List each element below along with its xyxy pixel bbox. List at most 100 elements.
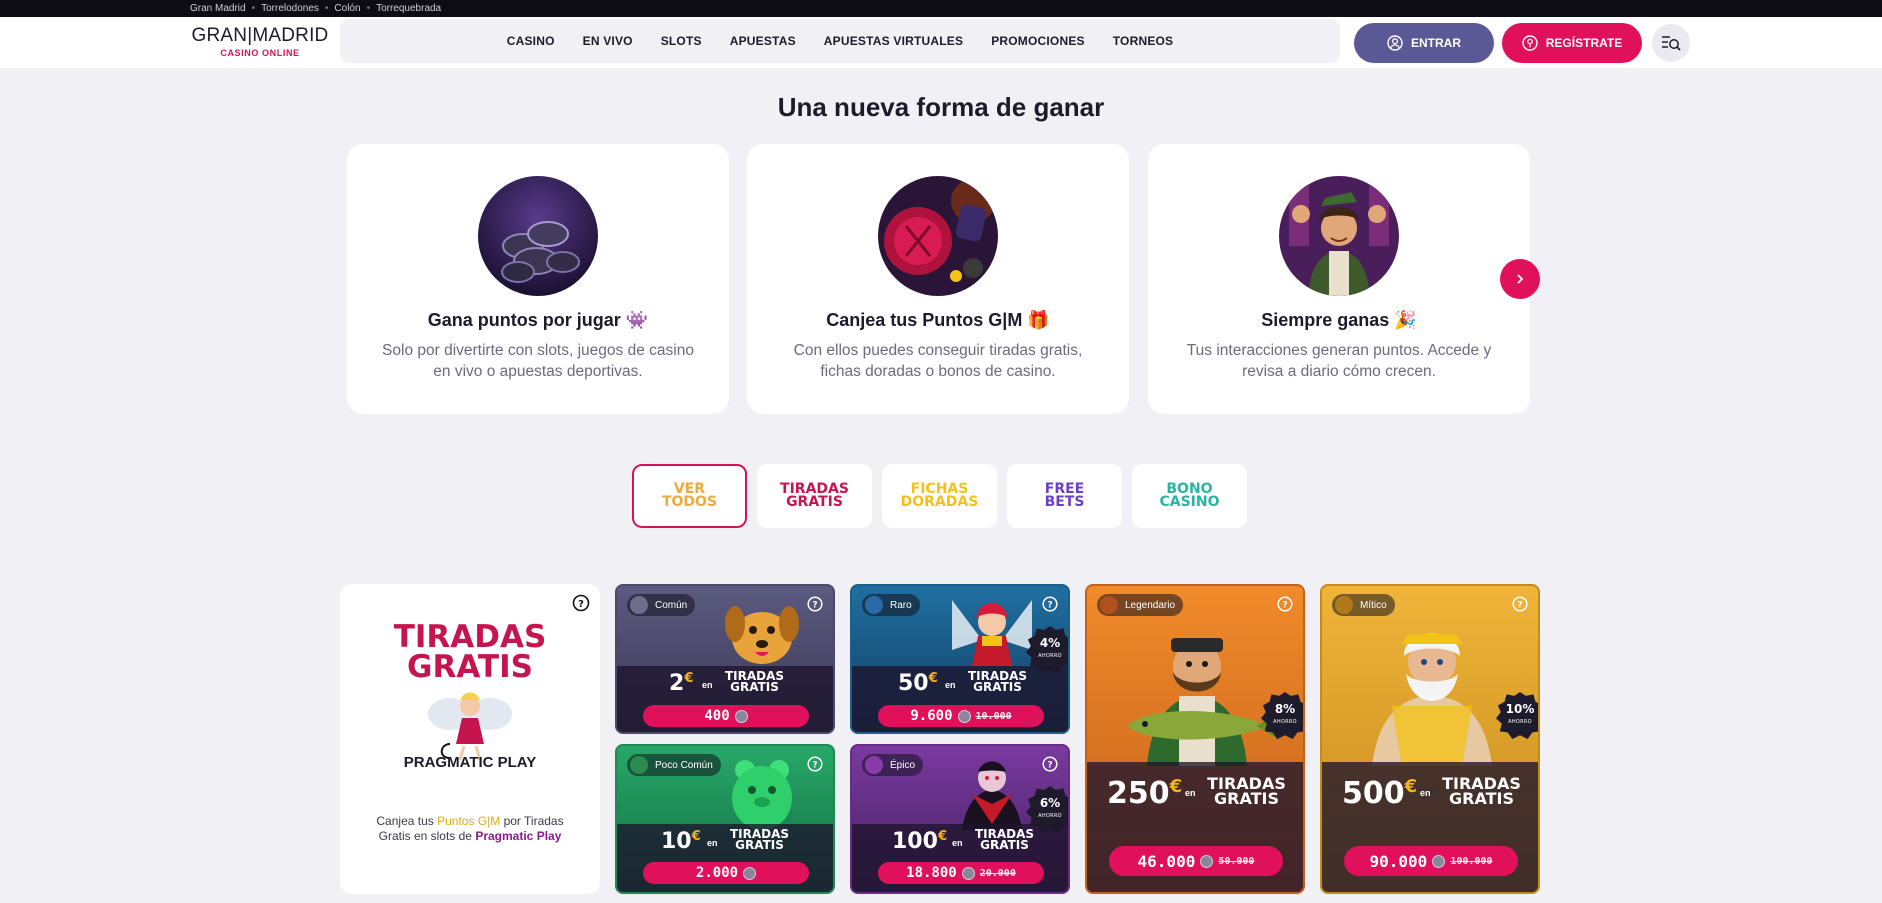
promo-text-part: Canjea tus [376,814,438,828]
register-button[interactable]: REGÍSTRATE [1502,23,1642,63]
reward-amount-value: 10 [661,829,692,854]
gm-coin-icon [1200,854,1214,868]
venue-link[interactable]: Gran Madrid [190,3,246,14]
nav-casino[interactable]: CASINO [493,34,569,48]
svg-text:?: ? [1047,601,1052,611]
chevron-right-icon [1517,274,1524,284]
turtle-icon [630,596,648,614]
gm-coin-icon [1432,854,1446,868]
zeus-character-illustration [1372,633,1492,766]
pragmatic-play-logo: PRAGMATIC PLAY [403,754,537,771]
site-header: GRAN|MADRID CASINO ONLINE CASINO EN VIVO… [0,17,1882,68]
price-value: 2.000 [695,865,739,881]
filter-label: DORADAS [900,494,979,510]
filter-bono-casino[interactable]: BONO CASINO [1132,464,1247,528]
reward-en: en [945,680,956,690]
help-icon[interactable]: ? [807,596,823,617]
nav-en-vivo[interactable]: EN VIVO [569,34,647,48]
price-value: 18.800 [906,865,957,881]
reward-amount-value: 2 [669,671,685,696]
fish-icon [865,596,883,614]
dog-character-illustration [725,606,799,664]
reward-price-button[interactable]: 90.000 100.000 [1344,846,1518,876]
discount-label: AHORRO [1508,719,1532,725]
filter-ver-todos[interactable]: VER TODOS [632,464,747,528]
section-title: Una nueva forma de ganar [777,92,1105,122]
reward-price-button[interactable]: 9.600 10.000 [878,705,1044,727]
reward-en: en [707,838,718,848]
reward-price-button[interactable]: 46.000 50.000 [1109,846,1283,876]
venue-link[interactable]: Torrequebrada [376,3,441,14]
rarity-tag: Mítico [1332,594,1395,616]
vampire-character-illustration [962,761,1022,830]
fairy-mascot-illustration [428,692,512,761]
search-menu-icon [1662,36,1681,51]
reward-card-raro[interactable]: Raro ? 4% AHORRO 50€ en TIRADAS GRATIS 9.… [850,584,1070,734]
nav-torneos[interactable]: TORNEOS [1099,34,1188,48]
filter-label: TODOS [661,494,718,510]
character-illustration [1279,176,1399,296]
help-icon[interactable]: ? [572,594,590,617]
nav-apuestas-virtuales[interactable]: APUESTAS VIRTUALES [810,34,977,48]
rarity-tag: Épico [862,754,924,776]
gm-coin-icon [734,709,748,723]
filter-label: BETS [1044,494,1085,510]
reward-price-button[interactable]: 2.000 [643,862,809,884]
login-label: ENTRAR [1411,36,1461,50]
help-icon[interactable]: ? [1042,596,1058,617]
reward-price-button[interactable]: 18.800 20.000 [878,862,1044,884]
reward-card-mitico[interactable]: Mítico ? 10% AHORRO 500€ en TIRADAS GRATI… [1320,584,1540,894]
help-icon[interactable]: ? [807,756,823,777]
reward-card-epico[interactable]: Épico ? 6% AHORRO 100€ en TIRADAS GRATIS … [850,744,1070,894]
old-price: 100.000 [1450,855,1493,867]
rarity-tag: Común [627,594,696,616]
site-logo[interactable]: GRAN|MADRID CASINO ONLINE [190,25,330,65]
nav-promociones[interactable]: PROMOCIONES [977,34,1099,48]
reward-amount: 250€ [1107,776,1182,811]
filter-label: CASINO [1159,494,1220,510]
nav-slots[interactable]: SLOTS [647,34,716,48]
reward-amount-value: 100 [892,829,938,854]
venue-strip: Gran Madrid • Torrelodones • Colón • Torreq… [0,0,1882,17]
reward-unit: TIRADAS GRATIS [1207,774,1286,808]
rarity-label: Legendario [1125,599,1176,611]
search-button[interactable] [1652,24,1690,62]
rarity-tag: Legendario [1097,594,1184,616]
reward-price-button[interactable]: 400 [643,705,809,727]
filter-free-bets[interactable]: FREE BETS [1007,464,1122,528]
euro-symbol: € [684,671,694,686]
help-icon[interactable]: ? [1277,596,1293,617]
help-icon[interactable]: ? [1042,756,1058,777]
feature-title: Gana puntos por jugar 👾 [427,310,649,330]
svg-text:?: ? [1517,601,1522,611]
nav-apuestas[interactable]: APUESTAS [716,34,810,48]
old-price: 20.000 [979,867,1016,879]
promo-text-points: Puntos G|M [437,814,501,828]
reward-card-comun[interactable]: Común ? 2€ en TIRADAS GRATIS 400 [615,584,835,734]
reward-card-legendario[interactable]: Legendario ? 8% AHORRO 250€ en TIRADAS GR… [1085,584,1305,894]
reward-card-poco-comun[interactable]: Poco Común ? 10€ en TIRADAS GRATIS 2.000 [615,744,835,894]
help-icon[interactable]: ? [1512,596,1528,617]
venue-link[interactable]: Colón [334,3,360,14]
svg-text:?: ? [812,601,817,611]
reward-unit: TIRADAS GRATIS [1442,774,1521,808]
promo-headline-line: TIRADAS [393,619,547,655]
price-value: 90.000 [1369,851,1428,871]
venue-link[interactable]: Torrelodones [261,3,319,14]
euro-symbol: € [928,671,938,686]
reward-en: en [702,680,713,690]
gm-coin-icon [957,709,971,723]
coins-illustration [478,176,598,296]
login-button[interactable]: ENTRAR [1354,23,1494,63]
old-price: 50.000 [1218,855,1255,867]
register-icon [1522,35,1538,51]
filter-fichas-doradas[interactable]: FICHAS DORADAS [882,464,997,528]
filter-tiradas-gratis[interactable]: TIRADAS GRATIS [757,464,872,528]
carousel-next-button[interactable] [1500,259,1540,299]
rarity-tag: Raro [862,594,920,616]
reward-amount-value: 250 [1107,776,1170,811]
reward-amount: 500€ [1342,776,1417,811]
rarity-tag: Poco Común [627,754,721,776]
reward-amount: 100€ [892,829,947,854]
pragmatic-promo-panel: ? TIRADAS GRATIS PRAGMATIC PLAY Canjea t… [340,584,600,894]
